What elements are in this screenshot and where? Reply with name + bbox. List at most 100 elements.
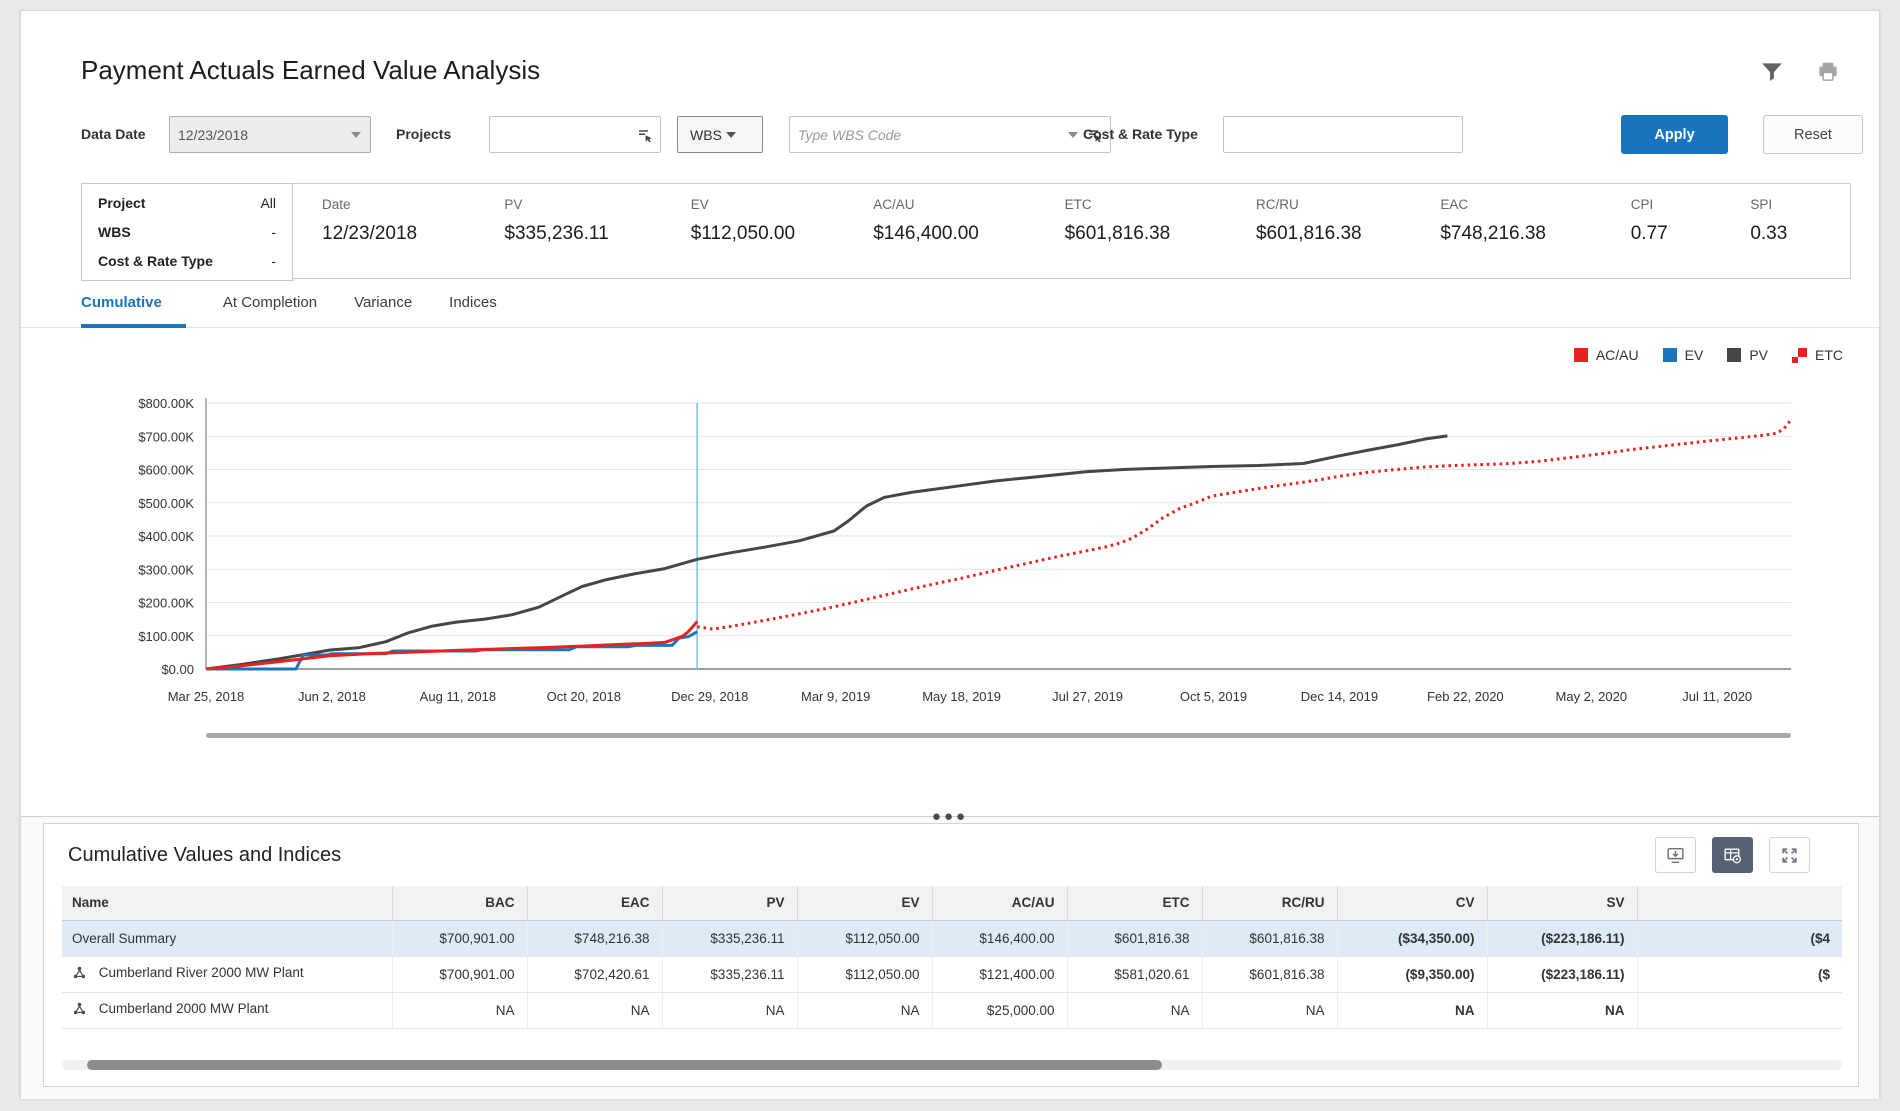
summary-scope-box: ProjectAll WBS- Cost & Rate Type- [81, 183, 293, 281]
chevron-down-icon[interactable] [1068, 132, 1078, 138]
values-table: NameBACEACPVEVAC/AUETCRC/RUCVSV Overall … [62, 886, 1842, 1029]
row-value-cell: ($4 [1637, 920, 1842, 956]
export-download-button[interactable] [1655, 837, 1696, 873]
column-header-ev[interactable]: EV [797, 886, 932, 920]
values-table-wrap: NameBACEACPVEVAC/AUETCRC/RUCVSV Overall … [62, 886, 1842, 1029]
column-header-etc[interactable]: ETC [1067, 886, 1202, 920]
print-icon[interactable] [1815, 59, 1841, 85]
row-value-cell: NA [1337, 992, 1487, 1028]
tab-variance[interactable]: Variance [354, 294, 412, 328]
metric-ev: EV$112,050.00 [691, 197, 873, 278]
column-header-cv[interactable]: CV [1337, 886, 1487, 920]
legend-item-etc: ETC [1792, 347, 1843, 363]
row-value-cell: $121,400.00 [932, 956, 1067, 992]
summary-metrics: Date12/23/2018 PV$335,236.11 EV$112,050.… [322, 184, 1850, 278]
apply-button[interactable]: Apply [1621, 115, 1728, 154]
row-value-cell: $700,901.00 [392, 956, 527, 992]
row-value-cell: NA [392, 992, 527, 1028]
row-value-cell: NA [797, 992, 932, 1028]
projects-input[interactable] [490, 117, 637, 152]
row-value-cell: $112,050.00 [797, 920, 932, 956]
table-header-row: NameBACEACPVEVAC/AUETCRC/RUCVSV [62, 886, 1842, 920]
tab-cumulative[interactable]: Cumulative [81, 294, 186, 328]
filter-icon[interactable] [1759, 59, 1785, 85]
series-ac-au [206, 622, 697, 670]
metric-date: Date12/23/2018 [322, 197, 504, 278]
tab-at-completion[interactable]: At Completion [223, 294, 317, 328]
column-header-bac[interactable]: BAC [392, 886, 527, 920]
x-axis-label: Aug 11, 2018 [420, 689, 496, 704]
x-axis-label: Dec 14, 2019 [1301, 689, 1378, 704]
column-header-sv[interactable]: SV [1487, 886, 1637, 920]
x-axis-label: Jul 11, 2020 [1682, 689, 1752, 704]
wbs-dropdown-button[interactable]: WBS [677, 116, 763, 153]
row-value-cell: ($34,350.00) [1337, 920, 1487, 956]
metric-acau: AC/AU$146,400.00 [873, 197, 1064, 278]
table-panel: Cumulative Values and Indices NameBACEAC… [43, 823, 1859, 1087]
metric-etc: ETC$601,816.38 [1065, 197, 1256, 278]
expand-button[interactable] [1769, 837, 1810, 873]
x-axis-label: Oct 20, 2018 [547, 689, 621, 704]
row-value-cell: $748,216.38 [527, 920, 662, 956]
x-axis-label: Jul 27, 2019 [1052, 689, 1123, 704]
splitter-handle[interactable]: ●●● [932, 809, 968, 824]
chevron-down-icon [351, 132, 361, 138]
metric-cpi: CPI0.77 [1631, 197, 1751, 278]
acau-swatch [1574, 348, 1588, 362]
row-value-cell: ($9,350.00) [1337, 956, 1487, 992]
column-header-pv[interactable]: PV [662, 886, 797, 920]
y-axis-label: $200.00K [138, 596, 194, 611]
reset-button[interactable]: Reset [1763, 115, 1863, 154]
row-value-cell: $335,236.11 [662, 920, 797, 956]
row-value-cell: NA [1067, 992, 1202, 1028]
metric-rcru: RC/RU$601,816.38 [1256, 197, 1440, 278]
cost-rate-label: Cost & Rate Type [1083, 115, 1198, 153]
wbs-code-field[interactable] [789, 116, 1111, 153]
scope-label: WBS [98, 224, 131, 240]
table-body: Overall Summary$700,901.00$748,216.38$33… [62, 920, 1842, 1028]
row-value-cell: ($223,186.11) [1487, 956, 1637, 992]
tab-indices[interactable]: Indices [449, 294, 497, 328]
chart-scrollbar[interactable] [206, 733, 1791, 738]
table-scrollbar-track[interactable] [62, 1060, 1842, 1070]
y-axis-label: $400.00K [138, 529, 194, 544]
scope-value: - [271, 224, 276, 240]
table-title: Cumulative Values and Indices [68, 844, 341, 867]
grid-settings-button[interactable] [1712, 837, 1753, 873]
row-value-cell: $146,400.00 [932, 920, 1067, 956]
x-axis-label: Dec 29, 2018 [671, 689, 748, 704]
column-header-ac-au[interactable]: AC/AU [932, 886, 1067, 920]
x-axis-label: May 18, 2019 [922, 689, 1001, 704]
column-header-name[interactable]: Name [62, 886, 392, 920]
x-axis-label: Jun 2, 2018 [298, 689, 366, 704]
chart-legend: AC/AU EV PV ETC [1560, 347, 1843, 363]
table-toolbar [1655, 837, 1810, 873]
projects-field[interactable] [489, 116, 661, 153]
column-header-rc-ru[interactable]: RC/RU [1202, 886, 1337, 920]
table-row[interactable]: Cumberland River 2000 MW Plant$700,901.0… [62, 956, 1842, 992]
x-axis-label: Feb 22, 2020 [1427, 689, 1504, 704]
wbs-code-input[interactable] [790, 117, 1064, 152]
column-header-clipped[interactable] [1637, 886, 1842, 920]
column-header-eac[interactable]: EAC [527, 886, 662, 920]
legend-item-pv: PV [1727, 347, 1768, 363]
filter-bar: Data Date Projects WBS Cost & Rate Type [21, 115, 1879, 161]
metric-pv: PV$335,236.11 [504, 197, 690, 278]
projects-label: Projects [396, 115, 451, 153]
cost-rate-field[interactable] [1223, 116, 1463, 153]
table-row[interactable]: Overall Summary$700,901.00$748,216.38$33… [62, 920, 1842, 956]
row-value-cell: $700,901.00 [392, 920, 527, 956]
cost-rate-input[interactable] [1224, 117, 1462, 152]
table-row[interactable]: Cumberland 2000 MW PlantNANANANA$25,000.… [62, 992, 1842, 1028]
row-value-cell: $702,420.61 [527, 956, 662, 992]
table-scrollbar-thumb[interactable] [87, 1060, 1162, 1070]
scope-label: Project [98, 195, 145, 211]
project-icon [72, 1001, 87, 1019]
page-title: Payment Actuals Earned Value Analysis [81, 55, 540, 86]
scope-label: Cost & Rate Type [98, 253, 213, 269]
select-picker-icon[interactable] [637, 127, 653, 143]
y-axis-label: $800.00K [138, 396, 194, 411]
row-value-cell: $25,000.00 [932, 992, 1067, 1028]
row-name-cell: Cumberland River 2000 MW Plant [62, 956, 392, 992]
chevron-down-icon [726, 132, 736, 138]
